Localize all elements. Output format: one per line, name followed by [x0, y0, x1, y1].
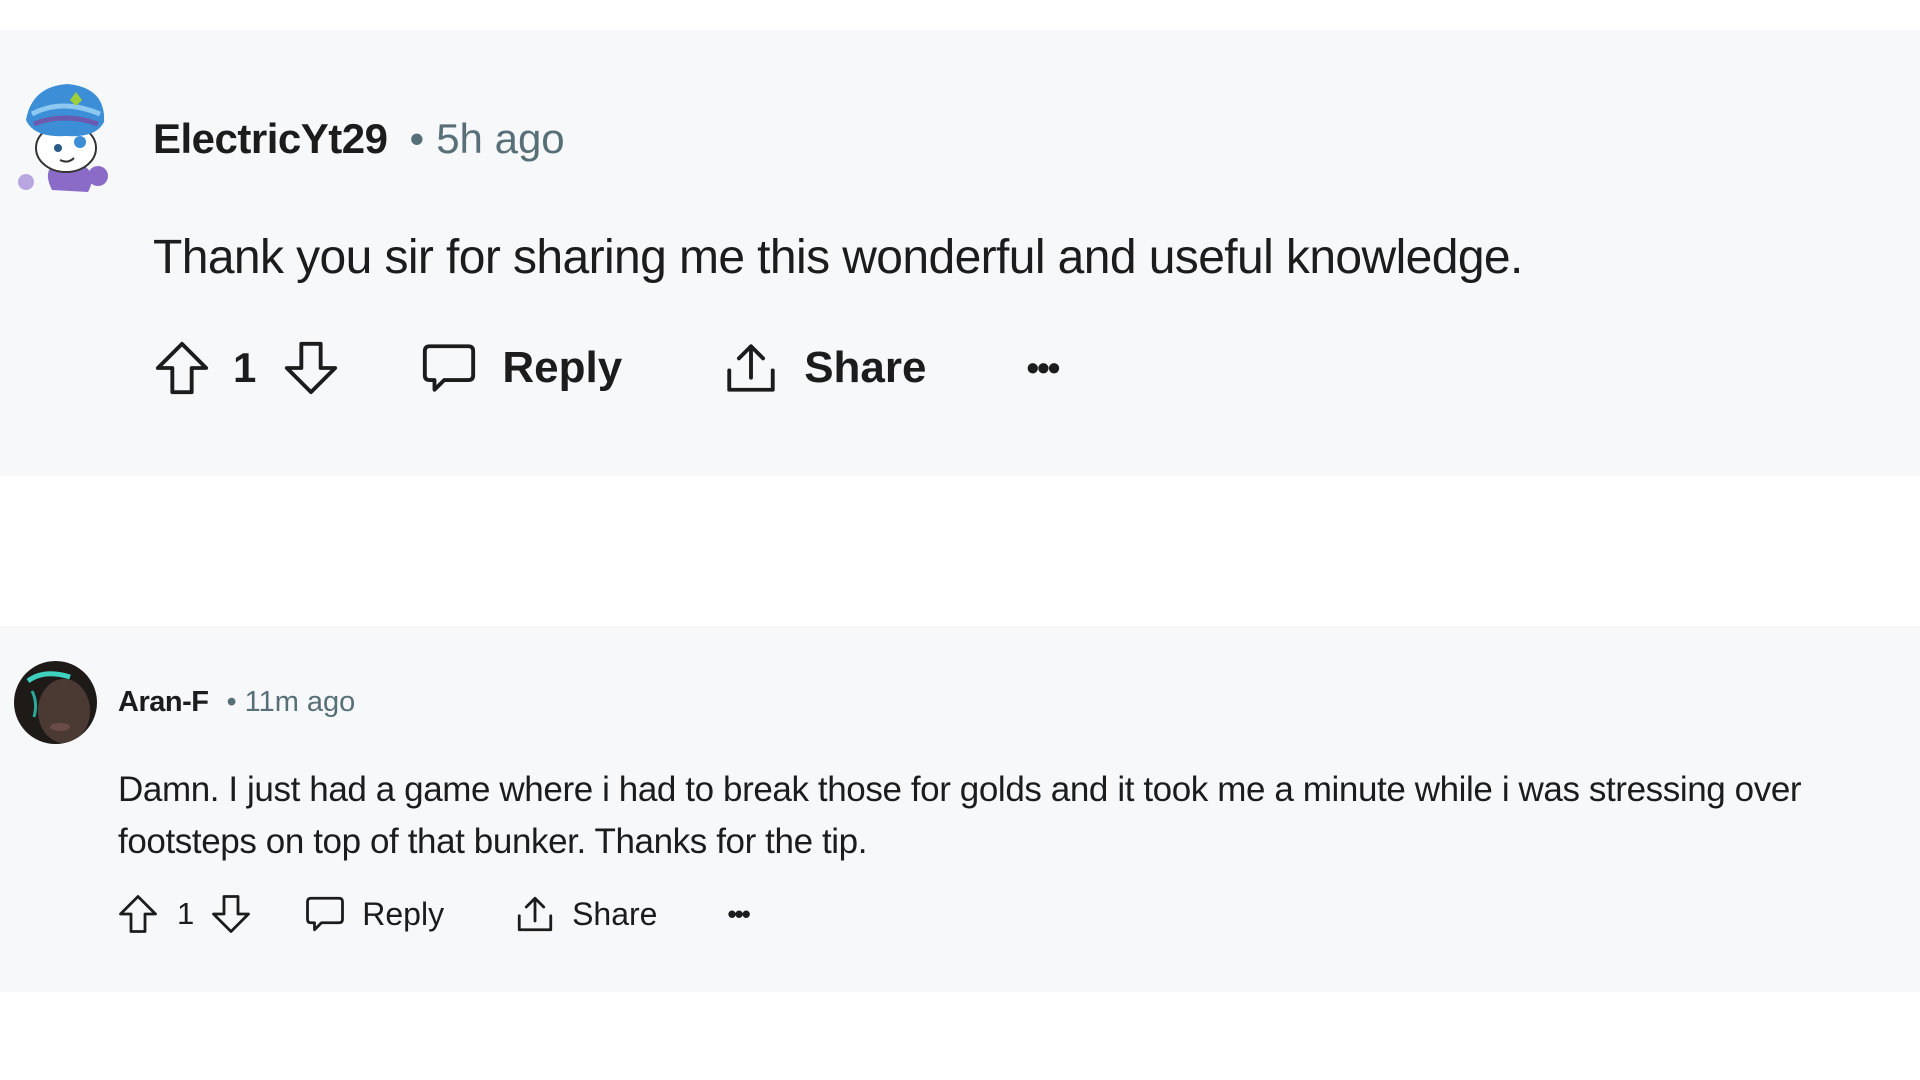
upvote-icon[interactable] — [153, 338, 211, 398]
vote-count: 1 — [177, 896, 195, 931]
share-icon — [514, 892, 556, 936]
comment-body: Damn. I just had a game where i had to b… — [118, 770, 1802, 861]
comment-meta: Aran-F • 11m ago — [118, 684, 355, 720]
reply-label: Reply — [502, 343, 623, 392]
avatar[interactable] — [12, 78, 114, 198]
share-button[interactable]: Share — [514, 892, 657, 936]
timestamp[interactable]: 11m ago — [245, 686, 356, 719]
upvote-icon[interactable] — [117, 892, 159, 936]
vote-count: 1 — [233, 344, 257, 391]
snoo-avatar-icon — [18, 84, 108, 192]
downvote-icon[interactable] — [282, 338, 340, 398]
share-label: Share — [572, 895, 658, 932]
user-photo-avatar-icon — [14, 661, 97, 744]
reply-button[interactable]: Reply — [304, 892, 444, 936]
separator-dot: • — [226, 685, 237, 718]
author-name[interactable]: Aran-F — [118, 686, 209, 719]
separator-dot: • — [409, 115, 425, 162]
more-options-icon[interactable]: ••• — [1026, 347, 1060, 389]
share-icon — [722, 338, 780, 398]
comment-meta: ElectricYt29 • 5h ago — [153, 114, 565, 164]
author-name[interactable]: ElectricYt29 — [153, 115, 388, 163]
more-options-icon[interactable]: ••• — [727, 899, 750, 930]
comment-electricyt29: ElectricYt29 • 5h ago Thank you sir for … — [0, 30, 1920, 476]
timestamp[interactable]: 5h ago — [436, 115, 564, 163]
comment-bubble-icon — [420, 338, 478, 398]
comment-body: Thank you sir for sharing me this wonder… — [153, 231, 1523, 284]
reply-button[interactable]: Reply — [420, 338, 622, 398]
comment-actions: 1 Reply Share ••• — [117, 890, 751, 938]
share-label: Share — [804, 343, 927, 392]
comment-bubble-icon — [304, 892, 346, 936]
reply-label: Reply — [362, 895, 445, 932]
downvote-icon[interactable] — [210, 892, 252, 936]
share-button[interactable]: Share — [722, 338, 926, 398]
comment-aran-f: Aran-F • 11m ago Damn. I just had a game… — [0, 626, 1920, 992]
avatar[interactable] — [14, 661, 97, 744]
comment-actions: 1 Reply Share ••• — [153, 336, 1060, 400]
